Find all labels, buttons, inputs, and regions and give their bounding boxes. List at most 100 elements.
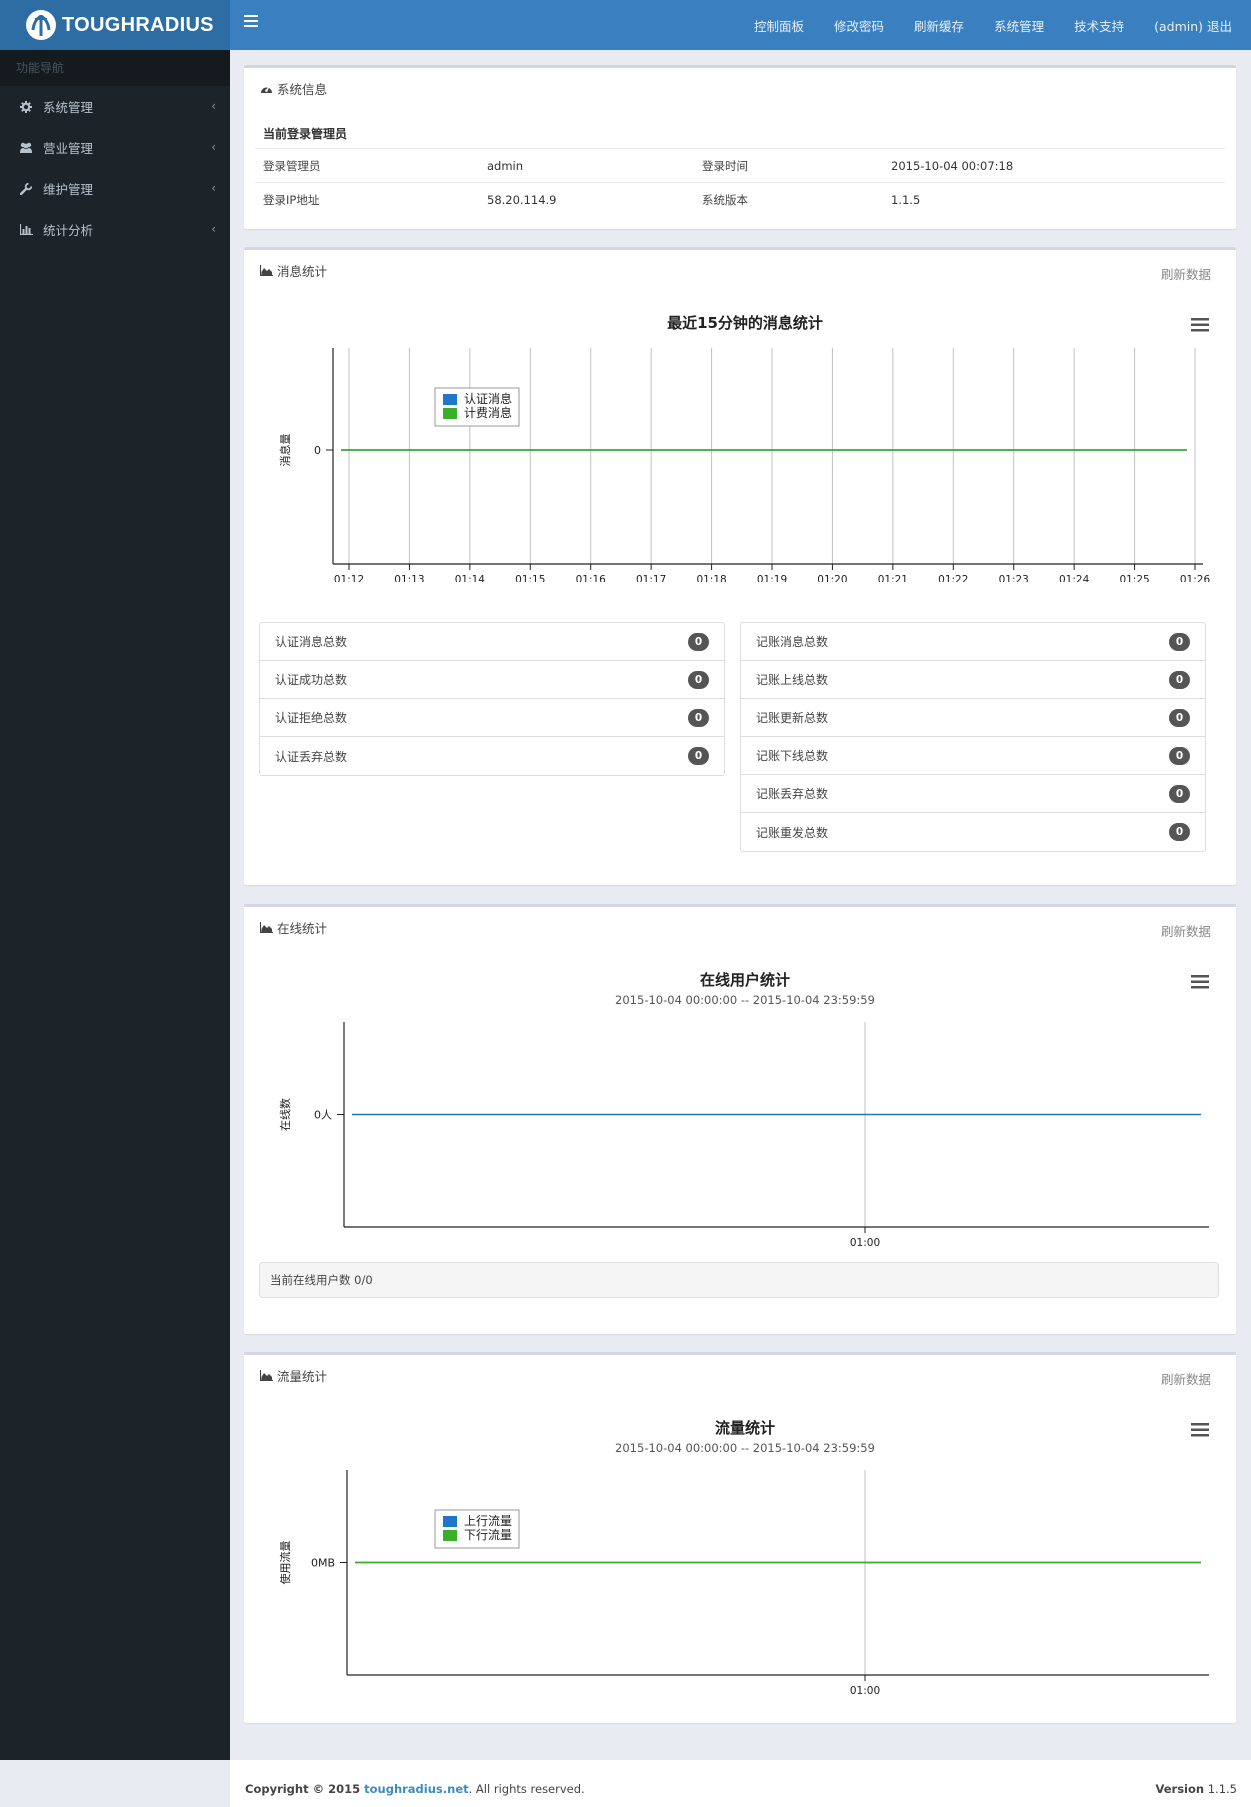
nav-dashboard-link[interactable]: 控制面板	[754, 16, 804, 35]
panel-title: 消息统计	[260, 261, 327, 280]
stat-label: 记账上线总数	[756, 673, 829, 687]
panel-title: 在线统计	[260, 918, 327, 937]
legend-label: 下行流量	[464, 1528, 512, 1542]
list-item: 记账下线总数 0	[741, 737, 1205, 775]
x-tick-label: 01:15	[515, 574, 545, 582]
y-tick-label: 0MB	[311, 1557, 335, 1570]
x-tick-label: 01:25	[1119, 574, 1149, 582]
table-cell: admin	[479, 148, 694, 183]
x-tick-label: 01:12	[334, 574, 364, 582]
count-badge: 0	[1169, 670, 1190, 689]
nav-logout-link[interactable]: (admin) 退出	[1154, 16, 1232, 35]
gear-icon	[18, 100, 34, 114]
nav-refresh-cache-link[interactable]: 刷新缓存	[914, 16, 964, 35]
x-tick-label: 01:23	[999, 574, 1029, 582]
count-badge: 0	[688, 670, 709, 689]
table-cell: 1.1.5	[883, 182, 1225, 217]
count-badge: 0	[688, 747, 709, 765]
legend-label: 上行流量	[464, 1514, 512, 1528]
count-badge: 0	[1169, 784, 1190, 803]
sidebar-item-maintenance[interactable]: 维护管理 ‹	[0, 168, 230, 209]
hamburger-icon	[1191, 318, 1209, 332]
message-stats-panel: 消息统计 刷新数据 最近15分钟的消息统计 01:12 01:13 01:14 01:1…	[244, 247, 1236, 885]
panel-title: 系统信息	[260, 79, 327, 98]
table-cell: 登录管理员	[255, 148, 479, 183]
dashboard-icon	[260, 83, 273, 94]
table-row: 登录IP地址 58.20.114.9 系统版本 1.1.5	[255, 182, 1225, 217]
table-cell: 登录时间	[694, 148, 883, 183]
nav-system-management-link[interactable]: 系统管理	[994, 16, 1044, 35]
hamburger-icon	[1191, 1423, 1209, 1437]
refresh-data-link[interactable]: 刷新数据	[1161, 1369, 1211, 1388]
refresh-data-link[interactable]: 刷新数据	[1161, 264, 1211, 283]
table-cell: 2015-10-04 00:07:18	[883, 148, 1225, 183]
legend-swatch	[443, 1530, 457, 1541]
sidebar-toggle-button[interactable]	[244, 15, 258, 27]
message-chart-area: 最近15分钟的消息统计 01:12 01:13 01:14 01:15 01:16 01:1…	[259, 292, 1221, 582]
x-tick-label: 01:14	[455, 574, 486, 582]
chevron-left-icon: ‹	[211, 222, 216, 236]
chart-subtitle: 2015-10-04 00:00:00 -- 2015-10-04 23:59:…	[615, 993, 875, 1007]
users-icon	[18, 141, 34, 155]
stat-label: 记账更新总数	[756, 711, 829, 725]
sidebar-item-business[interactable]: 营业管理 ‹	[0, 127, 230, 168]
online-users-chart: 在线用户统计 2015-10-04 00:00:00 -- 2015-10-04 …	[278, 971, 1209, 1249]
acct-stats-list: 记账消息总数 0 记账上线总数 0 记账更新总数 0 记账下线总数 0 记账丢弃总数 0 记账重发总…	[740, 622, 1206, 852]
refresh-data-link[interactable]: 刷新数据	[1161, 921, 1211, 940]
admin-info-table: 登录管理员 admin 登录时间 2015-10-04 00:07:18 登录I…	[255, 148, 1225, 217]
chevron-left-icon: ‹	[211, 99, 216, 113]
toughradius-logo-icon	[26, 10, 56, 40]
count-badge: 0	[1169, 632, 1190, 651]
count-badge: 0	[1169, 708, 1190, 727]
auth-stats-list: 认证消息总数 0 认证成功总数 0 认证拒绝总数 0 认证丢弃总数 0	[259, 622, 725, 776]
list-item: 记账消息总数 0	[741, 623, 1205, 661]
sidebar-item-label: 统计分析	[43, 223, 94, 238]
stat-label: 记账下线总数	[756, 749, 829, 763]
y-axis-label: 在线数	[278, 1098, 292, 1131]
online-stats-panel: 在线统计 刷新数据 在线用户统计 2015-10-04 00:00:00 -- 2…	[244, 904, 1236, 1334]
table-cell: 58.20.114.9	[479, 182, 694, 217]
nav-change-password-link[interactable]: 修改密码	[834, 16, 884, 35]
list-item: 认证拒绝总数 0	[260, 699, 724, 737]
stat-label: 认证丢弃总数	[275, 749, 348, 764]
x-tick-label: 01:16	[576, 574, 607, 582]
legend-swatch	[443, 1516, 457, 1527]
admin-subtitle: 当前登录管理员	[263, 127, 348, 141]
list-item: 记账上线总数 0	[741, 661, 1205, 699]
sidebar-item-system[interactable]: 系统管理 ‹	[0, 86, 230, 127]
chart-export-menu-button[interactable]	[1191, 1423, 1209, 1437]
count-badge: 0	[688, 632, 709, 651]
x-tick-label: 01:26	[1180, 574, 1211, 582]
legend-swatch	[443, 408, 457, 419]
x-tick-label: 01:00	[850, 1685, 880, 1697]
stat-label: 认证消息总数	[275, 635, 348, 649]
area-chart-icon	[260, 265, 273, 276]
system-info-panel: 系统信息 当前登录管理员 登录管理员 admin 登录时间 2015-10-04…	[244, 65, 1236, 229]
brand-logo-link[interactable]: TOUGHRADIUS	[0, 0, 230, 50]
x-tick-label: 01:20	[817, 574, 847, 582]
table-cell: 登录IP地址	[255, 182, 479, 217]
nav-tech-support-link[interactable]: 技术支持	[1074, 16, 1124, 35]
traffic-chart-area: 流量统计 2015-10-04 00:00:00 -- 2015-10-04 23…	[259, 1397, 1221, 1697]
current-online-users: 当前在线用户数 0/0	[259, 1262, 1219, 1298]
y-tick-label: 0	[314, 444, 321, 457]
list-item: 认证成功总数 0	[260, 661, 724, 699]
sidebar-item-statistics[interactable]: 统计分析 ‹	[0, 209, 230, 250]
top-nav-menu: 控制面板 修改密码 刷新缓存 系统管理 技术支持 (admin) 退出	[724, 0, 1232, 50]
online-chart-area: 在线用户统计 2015-10-04 00:00:00 -- 2015-10-04 …	[259, 949, 1221, 1249]
chart-export-menu-button[interactable]	[1191, 318, 1209, 332]
x-tick-label: 01:18	[696, 574, 726, 582]
x-tick-label: 01:17	[636, 574, 666, 582]
site-link[interactable]: toughradius.net	[364, 1782, 469, 1796]
footer: Copyright © 2015 toughradius.net. All ri…	[230, 1760, 1251, 1807]
count-badge: 0	[1169, 746, 1190, 765]
chart-export-menu-button[interactable]	[1191, 975, 1209, 989]
stat-label: 记账消息总数	[756, 635, 829, 649]
legend-label: 计费消息	[464, 405, 512, 420]
legend-label: 认证消息	[464, 391, 512, 406]
version-info: Version 1.1.5	[1155, 1782, 1237, 1796]
sidebar-item-label: 维护管理	[43, 182, 94, 197]
sidebar-item-label: 系统管理	[43, 100, 94, 115]
x-tick-label: 01:13	[394, 574, 424, 582]
count-badge: 0	[1169, 823, 1190, 841]
